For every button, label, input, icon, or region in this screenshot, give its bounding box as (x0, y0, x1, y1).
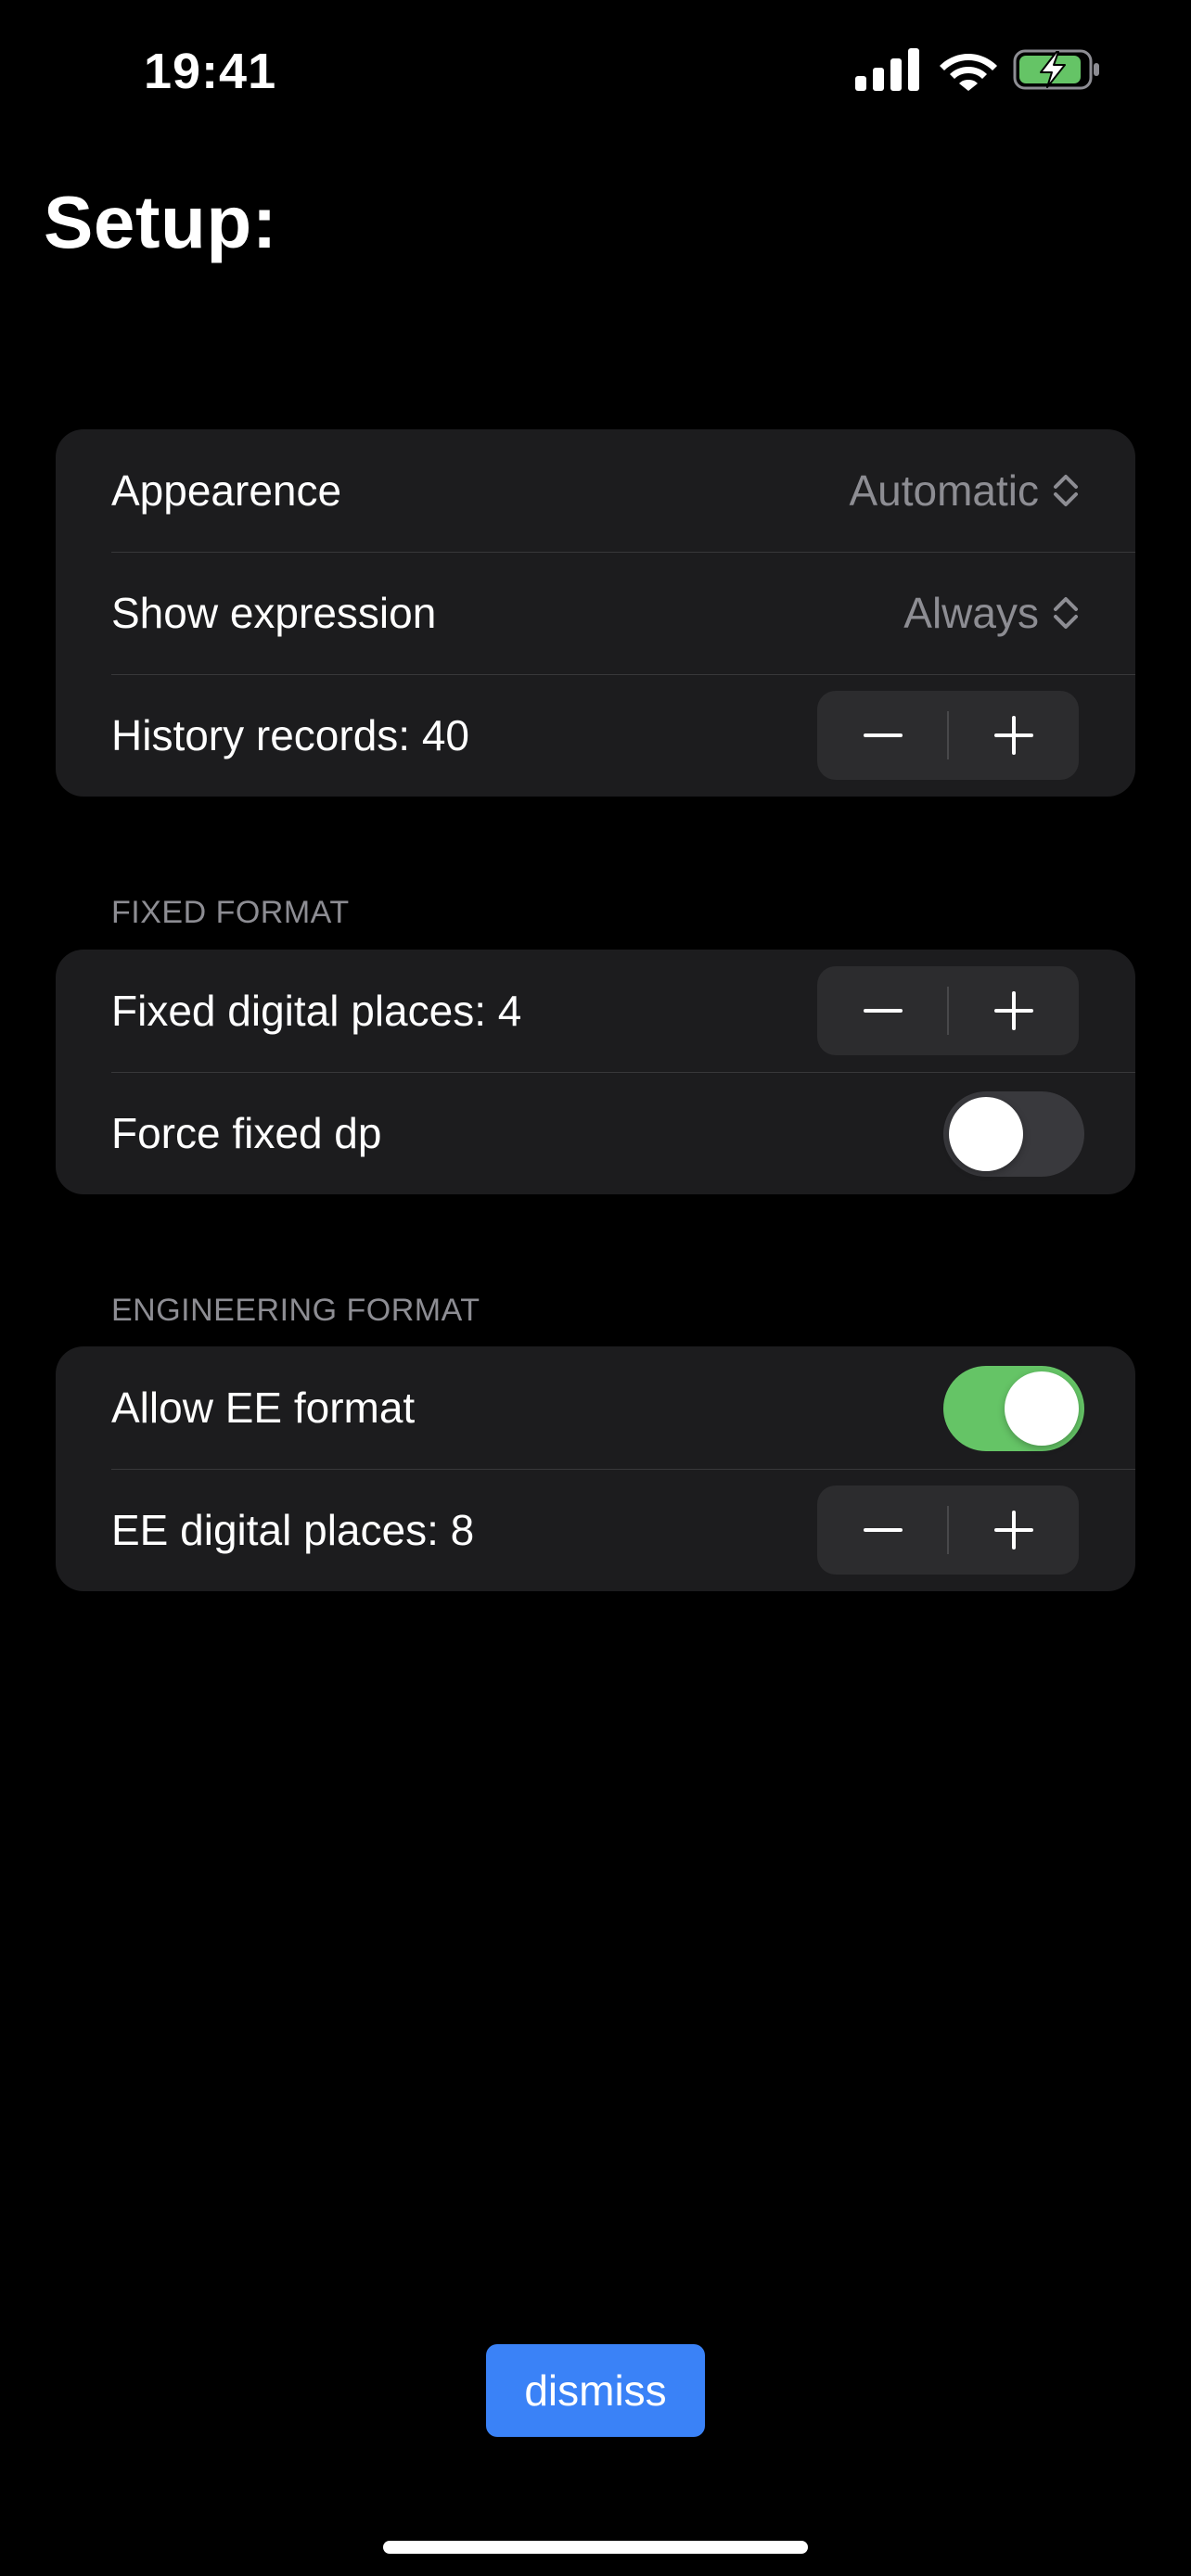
wifi-icon (940, 54, 997, 91)
appearance-row: Appearence Automatic (56, 429, 1135, 552)
dismiss-button[interactable]: dismiss (486, 2344, 705, 2437)
status-bar: 19:41 (0, 0, 1191, 139)
ee-places-stepper[interactable] (817, 1486, 1079, 1575)
engineering-format-group: Allow EE format EE digital places: 8 (56, 1346, 1135, 1591)
appearance-label: Appearence (111, 466, 342, 515)
force-fixed-dp-toggle[interactable] (943, 1091, 1084, 1177)
minus-icon (863, 1009, 903, 1013)
chevron-up-down-icon (1054, 597, 1078, 629)
show-expression-row: Show expression Always (56, 552, 1135, 674)
allow-ee-label: Allow EE format (111, 1384, 416, 1432)
allow-ee-row: Allow EE format (56, 1346, 1135, 1469)
chevron-up-down-icon (1054, 475, 1078, 506)
fixed-places-label: Fixed digital places: 4 (111, 987, 522, 1035)
battery-charging-icon (1013, 49, 1099, 90)
history-records-row: History records: 40 (56, 674, 1135, 797)
fixed-format-group: Fixed digital places: 4 Force fixed dp (56, 950, 1135, 1194)
cellular-signal-icon (855, 48, 919, 91)
show-expression-picker[interactable]: Always (903, 552, 1080, 674)
status-time: 19:41 (144, 44, 277, 99)
minus-icon (863, 733, 903, 737)
ee-places-decrement-button[interactable] (817, 1486, 948, 1575)
plus-icon (993, 716, 1033, 755)
allow-ee-toggle[interactable] (943, 1366, 1084, 1451)
toggle-knob (949, 1097, 1023, 1171)
show-expression-value: Always (903, 589, 1039, 637)
fixed-places-increment-button[interactable] (948, 966, 1079, 1055)
engineering-format-header: ENGINEERING FORMAT (111, 1293, 480, 1328)
history-records-label: History records: 40 (111, 711, 470, 759)
fixed-places-row: Fixed digital places: 4 (56, 950, 1135, 1072)
minus-icon (863, 1528, 903, 1532)
plus-icon (993, 1511, 1033, 1549)
force-fixed-dp-row: Force fixed dp (56, 1072, 1135, 1194)
fixed-places-stepper[interactable] (817, 966, 1079, 1055)
home-indicator[interactable] (383, 2541, 808, 2554)
ee-places-row: EE digital places: 8 (56, 1469, 1135, 1591)
history-records-decrement-button[interactable] (817, 691, 948, 780)
toggle-knob (1005, 1371, 1079, 1446)
history-records-stepper[interactable] (817, 691, 1079, 780)
ee-places-increment-button[interactable] (948, 1486, 1079, 1575)
force-fixed-dp-label: Force fixed dp (111, 1109, 382, 1157)
page-title: Setup: (44, 181, 277, 263)
fixed-format-header: FIXED FORMAT (111, 895, 350, 930)
fixed-places-decrement-button[interactable] (817, 966, 948, 1055)
appearance-value: Automatic (849, 466, 1039, 515)
history-records-increment-button[interactable] (948, 691, 1079, 780)
plus-icon (993, 991, 1033, 1030)
appearance-picker[interactable]: Automatic (849, 429, 1080, 552)
show-expression-label: Show expression (111, 589, 437, 637)
ee-places-label: EE digital places: 8 (111, 1506, 475, 1554)
general-settings-group: Appearence Automatic Show expression Alw… (56, 429, 1135, 797)
